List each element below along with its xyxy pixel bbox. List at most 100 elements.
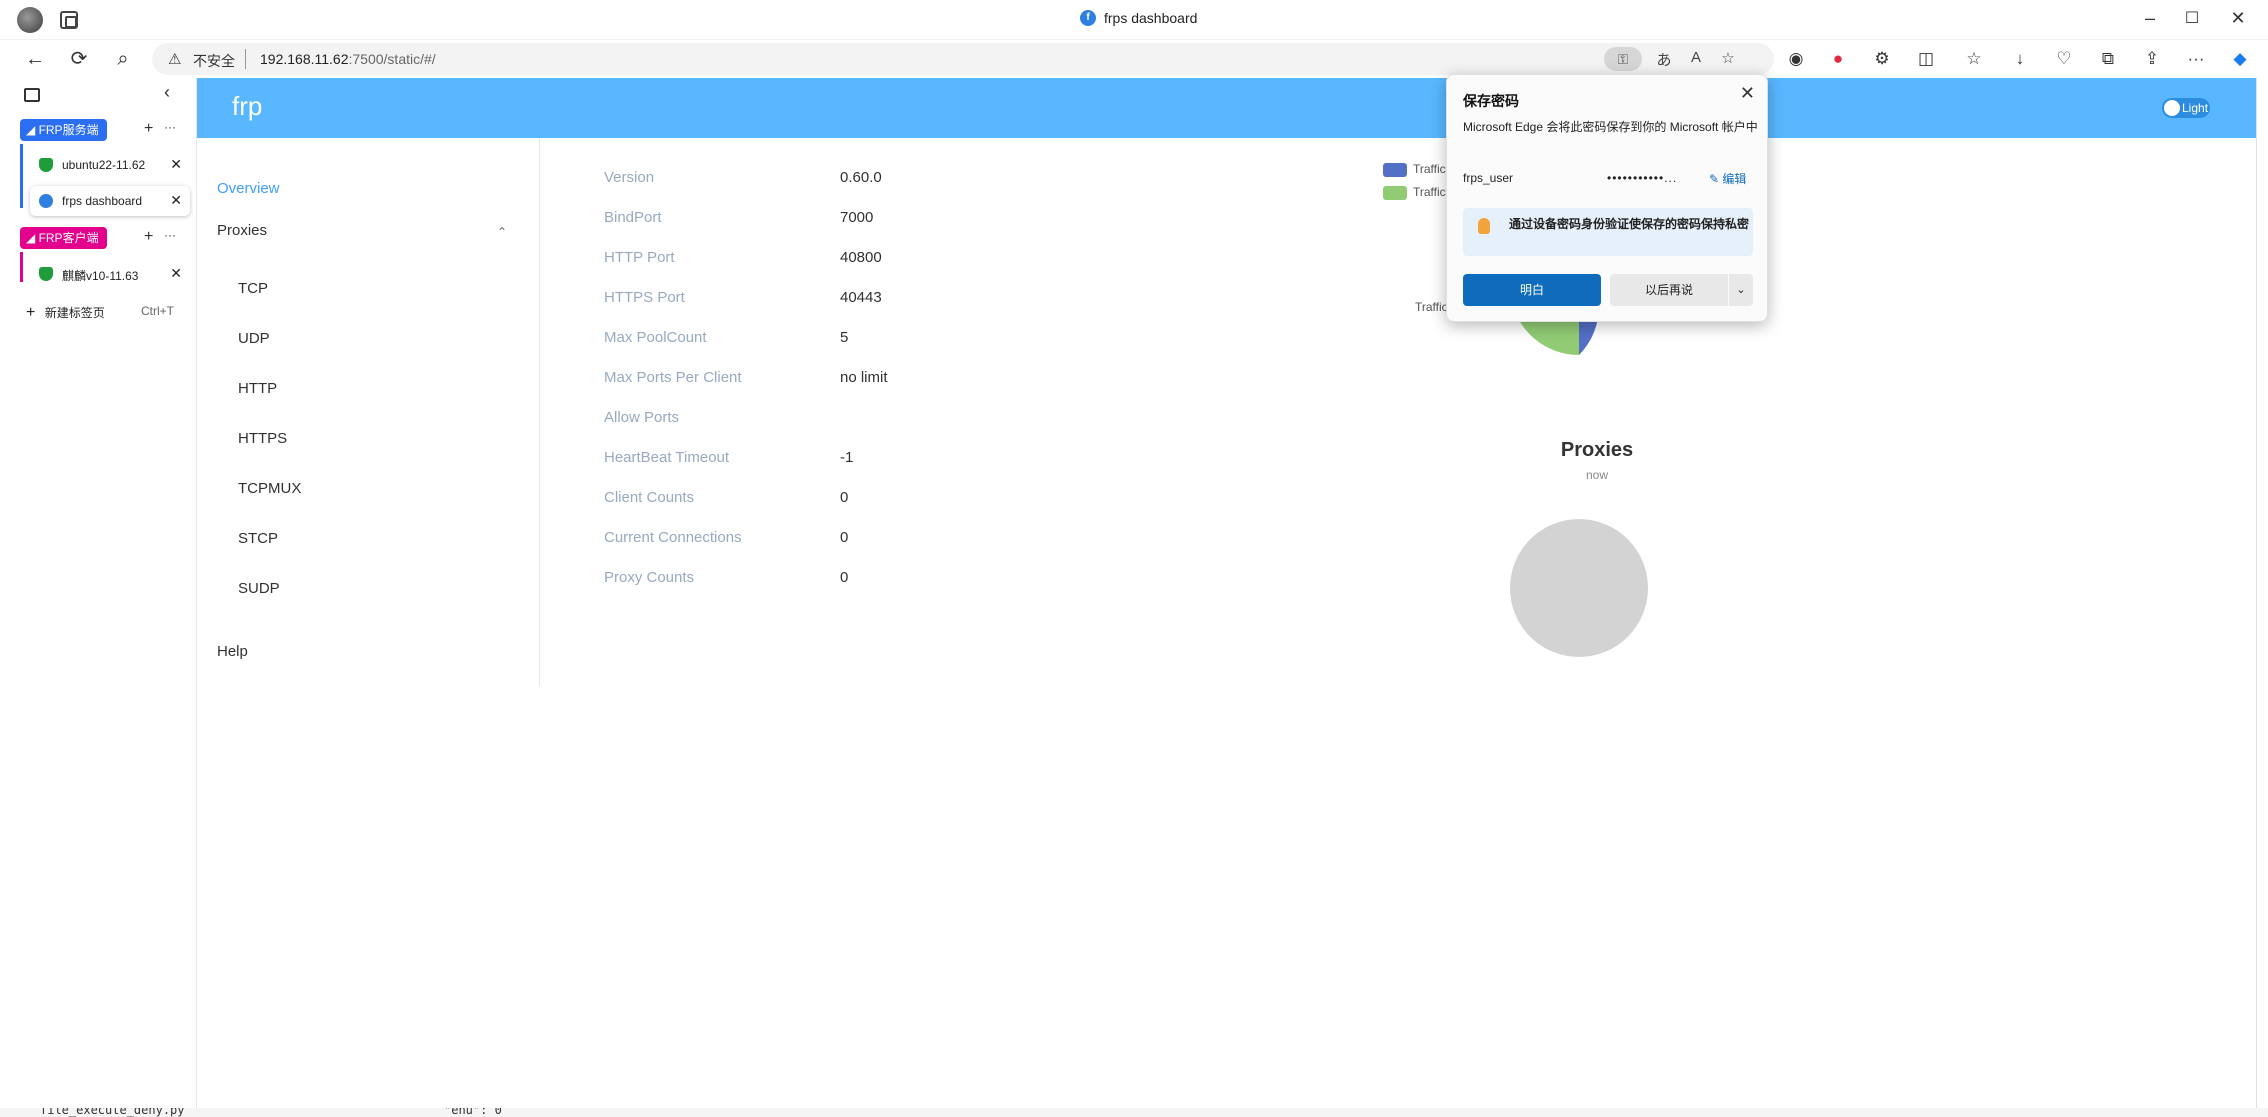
copilot-icon[interactable]: ◆	[2228, 49, 2252, 69]
info-value: -1	[840, 449, 854, 466]
group-more-icon[interactable]: ···	[164, 228, 176, 242]
info-value: 7000	[840, 209, 874, 226]
theme-toggle[interactable]: Light	[2162, 98, 2210, 118]
new-tab-button[interactable]: + 新建标签页 Ctrl+T	[26, 304, 174, 322]
share-icon[interactable]: ⇪	[2140, 49, 2164, 69]
close-tab-icon[interactable]: ✕	[170, 265, 182, 282]
menu-proxy-https[interactable]: HTTPS	[238, 430, 287, 447]
menu-proxy-tcp[interactable]: TCP	[238, 280, 268, 297]
legend-label[interactable]: Traffic	[1413, 162, 1446, 176]
proxies-chart-subtitle: now	[1585, 468, 1608, 482]
edit-link[interactable]: ✎ 编辑	[1709, 170, 1746, 187]
tab-label: frps dashboard	[62, 194, 143, 208]
security-status[interactable]: 不安全	[193, 51, 235, 71]
group-indicator-bar	[20, 252, 23, 282]
app-logo[interactable]: frp	[232, 91, 262, 122]
info-label: HTTPS Port	[604, 289, 685, 306]
close-window-button[interactable]: ✕	[2226, 8, 2250, 29]
info-label: Current Connections	[604, 529, 742, 546]
edit-label: 编辑	[1722, 172, 1747, 186]
pencil-icon: ✎	[1709, 172, 1720, 186]
tab-kylin-v10[interactable]: 麒麟v10-11.63 ✕	[30, 259, 190, 289]
group-more-icon[interactable]: ···	[164, 120, 176, 134]
menu-overview[interactable]: Overview	[217, 180, 280, 197]
menu-proxy-sudp[interactable]: SUDP	[238, 580, 280, 597]
maximize-button[interactable]: ☐	[2180, 8, 2204, 28]
url-text[interactable]: 192.168.11.62:7500/static/#/	[260, 51, 436, 67]
extensions-icon[interactable]: ⚙	[1870, 49, 1894, 69]
tab-label: ubuntu22-11.62	[62, 158, 146, 172]
menu-proxy-tcpmux[interactable]: TCPMUX	[238, 480, 301, 497]
downloads-icon[interactable]: ↓	[2008, 49, 2032, 69]
browser-toolbar: ← ⟳ ⌕ ⚠ 不安全 192.168.11.62:7500/static/#/…	[0, 40, 2268, 78]
info-label: Version	[604, 169, 655, 186]
search-icon[interactable]: ⌕	[110, 46, 136, 72]
group-add-icon[interactable]: +	[144, 120, 153, 138]
group-add-icon[interactable]: +	[144, 228, 153, 246]
chevron-down-icon[interactable]: ⌄	[1729, 274, 1753, 306]
proxies-chart-title: Proxies	[1560, 439, 1634, 461]
menu-proxy-stcp[interactable]: STCP	[238, 530, 278, 547]
menu-proxies[interactable]: Proxies	[217, 222, 267, 239]
read-aloud-icon[interactable]: A	[1686, 49, 1706, 66]
url-path: :7500/static/#/	[348, 51, 436, 67]
collapse-pane-icon[interactable]: ‹	[164, 82, 170, 103]
tab-group-frp-server[interactable]: ◢ FRP服务端	[20, 119, 107, 141]
tab-actions-icon[interactable]	[24, 88, 40, 102]
favorites-icon[interactable]: ☆	[1962, 49, 1986, 69]
tab-ubuntu22[interactable]: ubuntu22-11.62 ✕	[30, 150, 190, 180]
shield-icon	[39, 158, 53, 172]
key-icon[interactable]: ⚿	[1604, 47, 1642, 71]
screenshot-icon[interactable]: ⧉	[2096, 49, 2120, 69]
info-label: Max PoolCount	[604, 329, 707, 346]
chevron-up-icon[interactable]: ⌃	[497, 225, 507, 239]
menu-help[interactable]: Help	[217, 643, 248, 660]
workspaces-icon[interactable]	[60, 11, 78, 29]
save-password-popup: 保存密码 ✕ Microsoft Edge 会将此密码保存到你的 Microso…	[1446, 74, 1768, 322]
info-value: 0	[840, 529, 849, 546]
toggle-knob	[2164, 100, 2180, 116]
address-bar[interactable]: ⚠ 不安全 192.168.11.62:7500/static/#/ ⚿ あ A…	[152, 43, 1774, 75]
not-now-button[interactable]: 以后再说	[1610, 274, 1728, 306]
popup-description: Microsoft Edge 会将此密码保存到你的 Microsoft 帐户中	[1463, 120, 1758, 134]
frp-favicon-icon: f	[1080, 10, 1096, 26]
profile-avatar[interactable]	[17, 7, 43, 33]
legend-label[interactable]: Traffic	[1413, 185, 1446, 199]
close-tab-icon[interactable]: ✕	[170, 192, 182, 209]
extension-red-icon[interactable]: ●	[1826, 49, 1850, 69]
back-button[interactable]: ←	[22, 46, 48, 72]
legend-swatch[interactable]	[1383, 163, 1407, 177]
legend-swatch[interactable]	[1383, 186, 1407, 200]
minimize-button[interactable]: –	[2138, 8, 2162, 29]
got-it-button[interactable]: 明白	[1463, 274, 1601, 306]
tab-group-frp-client[interactable]: ◢ FRP客户端	[20, 227, 107, 249]
new-tab-label: 新建标签页	[44, 306, 105, 320]
refresh-button[interactable]: ⟳	[66, 46, 92, 72]
more-icon[interactable]: ···	[2184, 49, 2208, 69]
split-screen-icon[interactable]: ◫	[1914, 49, 1938, 69]
window-title-text: frps dashboard	[1104, 10, 1198, 26]
info-label: HeartBeat Timeout	[604, 449, 730, 466]
close-tab-icon[interactable]: ✕	[170, 156, 182, 173]
browser-title-bar: f frps dashboard – ☐ ✕	[0, 0, 2268, 40]
translate-icon[interactable]: あ	[1654, 49, 1674, 70]
tab-label: 麒麟v10-11.63	[62, 269, 139, 283]
group-indicator-bar	[20, 144, 23, 208]
menu-proxy-http[interactable]: HTTP	[238, 380, 277, 397]
info-label: Max Ports Per Client	[604, 369, 742, 386]
shield-icon	[39, 267, 53, 281]
new-tab-shortcut: Ctrl+T	[141, 304, 174, 318]
info-label: BindPort	[604, 209, 662, 226]
side-menu: Overview Proxies ⌃ TCP UDP HTTP HTTPS TC…	[197, 138, 540, 686]
record-icon[interactable]: ◉	[1784, 49, 1808, 69]
close-icon[interactable]: ✕	[1740, 83, 1755, 104]
info-value: no limit	[840, 369, 888, 386]
lightbulb-icon	[1478, 218, 1490, 234]
browser-essentials-icon[interactable]: ♡	[2052, 49, 2076, 69]
menu-proxy-udp[interactable]: UDP	[238, 330, 270, 347]
favorite-star-icon[interactable]: ☆	[1718, 49, 1738, 67]
warning-icon[interactable]: ⚠	[168, 50, 181, 68]
window-title: f frps dashboard	[1080, 10, 1197, 26]
plus-icon: +	[26, 304, 36, 321]
tab-frps-dashboard[interactable]: frps dashboard ✕	[30, 186, 190, 216]
